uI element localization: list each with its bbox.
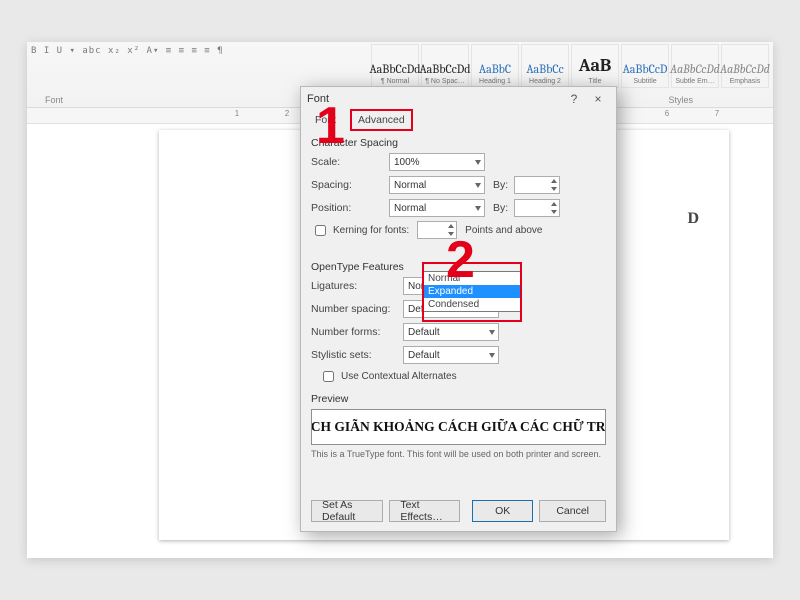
- preview-hint: This is a TrueType font. This font will …: [311, 449, 606, 459]
- style-subtitle[interactable]: AaBbCcDSubtitle: [621, 44, 669, 88]
- position-by-spinner[interactable]: [514, 199, 560, 217]
- style-normal[interactable]: AaBbCcDd¶ Normal: [371, 44, 419, 88]
- number-spacing-label: Number spacing:: [311, 303, 403, 315]
- style-heading-1[interactable]: AaBbCHeading 1: [471, 44, 519, 88]
- dialog-titlebar: Font ? ×: [301, 87, 616, 111]
- dialog-tabs: Font Advanced: [301, 111, 616, 129]
- contextual-alt-checkbox[interactable]: [323, 371, 334, 382]
- text-effects-button[interactable]: Text Effects…: [389, 500, 460, 522]
- position-by-label: By:: [493, 202, 508, 214]
- styles-gallery[interactable]: AaBbCcDd¶ Normal AaBbCcDd¶ No Spac… AaBb…: [371, 44, 769, 88]
- ligatures-label: Ligatures:: [311, 280, 403, 292]
- number-forms-label: Number forms:: [311, 326, 403, 338]
- section-preview: Preview: [311, 393, 606, 405]
- set-default-button[interactable]: Set As Default: [311, 500, 383, 522]
- stylistic-sets-combo[interactable]: Default: [403, 346, 499, 364]
- spacing-option-normal[interactable]: Normal: [424, 272, 520, 285]
- spacing-by-label: By:: [493, 179, 508, 191]
- ribbon-styles-group-label: Styles: [668, 95, 693, 105]
- tab-advanced[interactable]: Advanced: [352, 111, 411, 129]
- font-dialog: Font ? × Font Advanced Character Spacing…: [300, 86, 617, 532]
- preview-box: CÁCH GIÃN KHOẢNG CÁCH GIỮA CÁC CHỮ TRON: [311, 409, 606, 445]
- style-heading-2[interactable]: AaBbCcHeading 2: [521, 44, 569, 88]
- stylistic-sets-label: Stylistic sets:: [311, 349, 403, 361]
- spacing-dropdown-list[interactable]: Normal Expanded Condensed: [423, 271, 521, 312]
- spacing-option-expanded[interactable]: Expanded: [424, 285, 520, 298]
- contextual-alt-label: Use Contextual Alternates: [341, 371, 457, 382]
- style-emphasis[interactable]: AaBbCcDdEmphasis: [721, 44, 769, 88]
- spacing-option-condensed[interactable]: Condensed: [424, 298, 520, 311]
- kerning-suffix: Points and above: [465, 225, 542, 236]
- doc-text-fragment: D: [687, 210, 699, 228]
- ribbon-toolbar-icons: B I U ▾ abc x₂ x² A▾ ≡ ≡ ≡ ≡ ¶: [31, 46, 401, 82]
- scale-label: Scale:: [311, 156, 389, 168]
- dialog-title: Font: [307, 93, 562, 105]
- close-button[interactable]: ×: [586, 92, 610, 106]
- ribbon-font-group-label: Font: [45, 95, 63, 105]
- scale-combo[interactable]: 100%: [389, 153, 485, 171]
- spacing-combo[interactable]: Normal: [389, 176, 485, 194]
- spacing-label: Spacing:: [311, 179, 389, 191]
- kerning-points-spinner[interactable]: [417, 221, 457, 239]
- spacing-by-spinner[interactable]: [514, 176, 560, 194]
- position-label: Position:: [311, 202, 389, 214]
- help-button[interactable]: ?: [562, 92, 586, 106]
- position-combo[interactable]: Normal: [389, 199, 485, 217]
- section-character-spacing: Character Spacing: [311, 137, 606, 149]
- dialog-button-row: Set As Default Text Effects… OK Cancel: [301, 491, 616, 531]
- ok-button[interactable]: OK: [472, 500, 533, 522]
- kerning-checkbox[interactable]: [315, 225, 326, 236]
- kerning-label: Kerning for fonts:: [333, 225, 409, 236]
- style-title[interactable]: AaBTitle: [571, 44, 619, 88]
- style-subtle-emphasis[interactable]: AaBbCcDdSubtle Em…: [671, 44, 719, 88]
- number-forms-combo[interactable]: Default: [403, 323, 499, 341]
- cancel-button[interactable]: Cancel: [539, 500, 606, 522]
- style-no-spacing[interactable]: AaBbCcDd¶ No Spac…: [421, 44, 469, 88]
- tab-font[interactable]: Font: [309, 111, 342, 129]
